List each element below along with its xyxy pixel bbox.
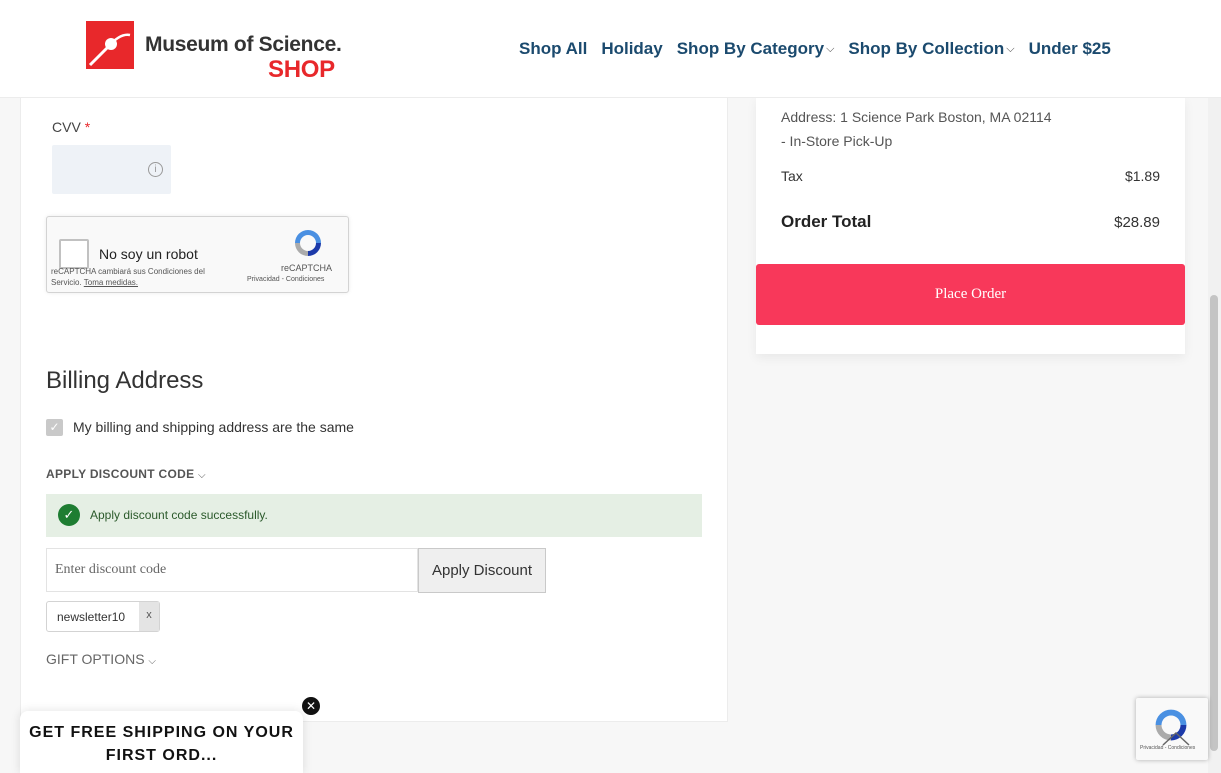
free-shipping-popup[interactable]: GET FREE SHIPPING ON YOUR FIRST ORD... [20, 711, 303, 773]
checkmark-icon: ✓ [58, 504, 80, 526]
recaptcha-terms-link[interactable]: Toma medidas. [84, 278, 138, 287]
nav-label: Under $25 [1028, 39, 1111, 58]
promo-text: GET FREE SHIPPING ON YOUR FIRST ORD... [20, 721, 303, 767]
discount-success-message: ✓ Apply discount code successfully. [46, 494, 702, 537]
nav-shop-by-category[interactable]: Shop By Category ⌵ [677, 39, 835, 59]
remove-coupon-button[interactable]: x [139, 602, 159, 631]
site-logo[interactable]: Museum of Science. SHOP [86, 21, 356, 83]
logo-name: Museum of Science. [145, 33, 342, 56]
nav-label: Holiday [601, 39, 663, 58]
close-icon[interactable]: ✕ [301, 696, 321, 716]
nav-holiday[interactable]: Holiday [601, 39, 662, 59]
recaptcha-widget: No soy un robot reCAPTCHA cambiará sus C… [46, 216, 349, 293]
address-line: Address: 1 Science Park Boston, MA 02114 [781, 109, 1052, 125]
cvv-input[interactable]: i [52, 145, 171, 194]
apply-discount-toggle[interactable]: APPLY DISCOUNT CODE ⌵ [46, 467, 206, 481]
promo-line: GET FREE SHIPPING ON YOUR [29, 724, 294, 741]
nav-label: Shop By Collection [848, 39, 1005, 58]
recaptcha-logo-icon [292, 227, 324, 259]
discount-code-input[interactable] [46, 548, 418, 592]
chevron-down-icon: ⌵ [826, 42, 835, 55]
page-scrollbar[interactable] [1208, 97, 1221, 773]
chevron-down-icon: ⌵ [1006, 42, 1015, 55]
checkout-form-panel: CVV * i No soy un robot reCAPTCHA cambia… [20, 97, 728, 722]
order-total-label: Order Total [781, 212, 872, 231]
apply-discount-button[interactable]: Apply Discount [418, 548, 546, 593]
applied-coupon-chip: newsletter10 x [46, 601, 160, 632]
billing-address-heading: Billing Address [46, 367, 204, 394]
nav-shop-by-collection[interactable]: Shop By Collection ⌵ [848, 39, 1014, 59]
same-address-label[interactable]: My billing and shipping address are the … [73, 419, 354, 435]
scrollbar-thumb[interactable] [1210, 295, 1218, 751]
logo-shop: SHOP [268, 56, 335, 83]
nav-label: Shop By Category [676, 39, 825, 58]
required-mark: * [84, 119, 91, 135]
info-icon[interactable]: i [148, 162, 163, 177]
nav-label: Shop All [519, 39, 588, 58]
chevron-down-icon: ⌵ [148, 656, 157, 667]
place-order-button[interactable]: Place Order [756, 264, 1185, 325]
gift-options-toggle[interactable]: GIFT OPTIONS ⌵ [46, 651, 156, 667]
order-summary-panel: Address: 1 Science Park Boston, MA 02114… [756, 97, 1185, 354]
chevron-down-icon: ⌵ [198, 470, 206, 481]
back-to-top-icon[interactable] [1160, 728, 1192, 748]
recaptcha-checkbox[interactable] [59, 239, 89, 269]
site-header: Museum of Science. SHOP Shop All Holiday… [0, 0, 1221, 98]
shipping-address: Address: 1 Science Park Boston, MA 02114… [781, 105, 1052, 153]
recaptcha-terms: reCAPTCHA cambiará sus Condiciones del S… [51, 266, 236, 288]
main-nav: Shop All Holiday Shop By Category ⌵ Shop … [519, 39, 1111, 59]
nav-shop-all[interactable]: Shop All [519, 39, 587, 59]
recaptcha-links[interactable]: Privacidad - Condiciones [247, 276, 324, 283]
logo-mark-icon [86, 21, 134, 69]
pickup-line: - In-Store Pick-Up [781, 133, 893, 149]
promo-line: FIRST ORD... [105, 747, 218, 764]
recaptcha-brand: reCAPTCHA [281, 263, 333, 273]
apply-discount-label: APPLY DISCOUNT CODE [46, 467, 195, 481]
tax-label: Tax [781, 168, 803, 184]
cvv-label: CVV * [52, 119, 90, 135]
order-total-value: $28.89 [1114, 214, 1160, 231]
tax-value: $1.89 [1124, 168, 1160, 184]
same-address-checkbox[interactable]: ✓ [46, 419, 63, 436]
recaptcha-label: No soy un robot [99, 246, 198, 262]
nav-under-25[interactable]: Under $25 [1029, 39, 1111, 59]
coupon-code: newsletter10 [57, 610, 126, 624]
success-text: Apply discount code successfully. [90, 508, 268, 522]
gift-options-label: GIFT OPTIONS [46, 651, 145, 667]
cvv-label-text: CVV [52, 119, 81, 135]
